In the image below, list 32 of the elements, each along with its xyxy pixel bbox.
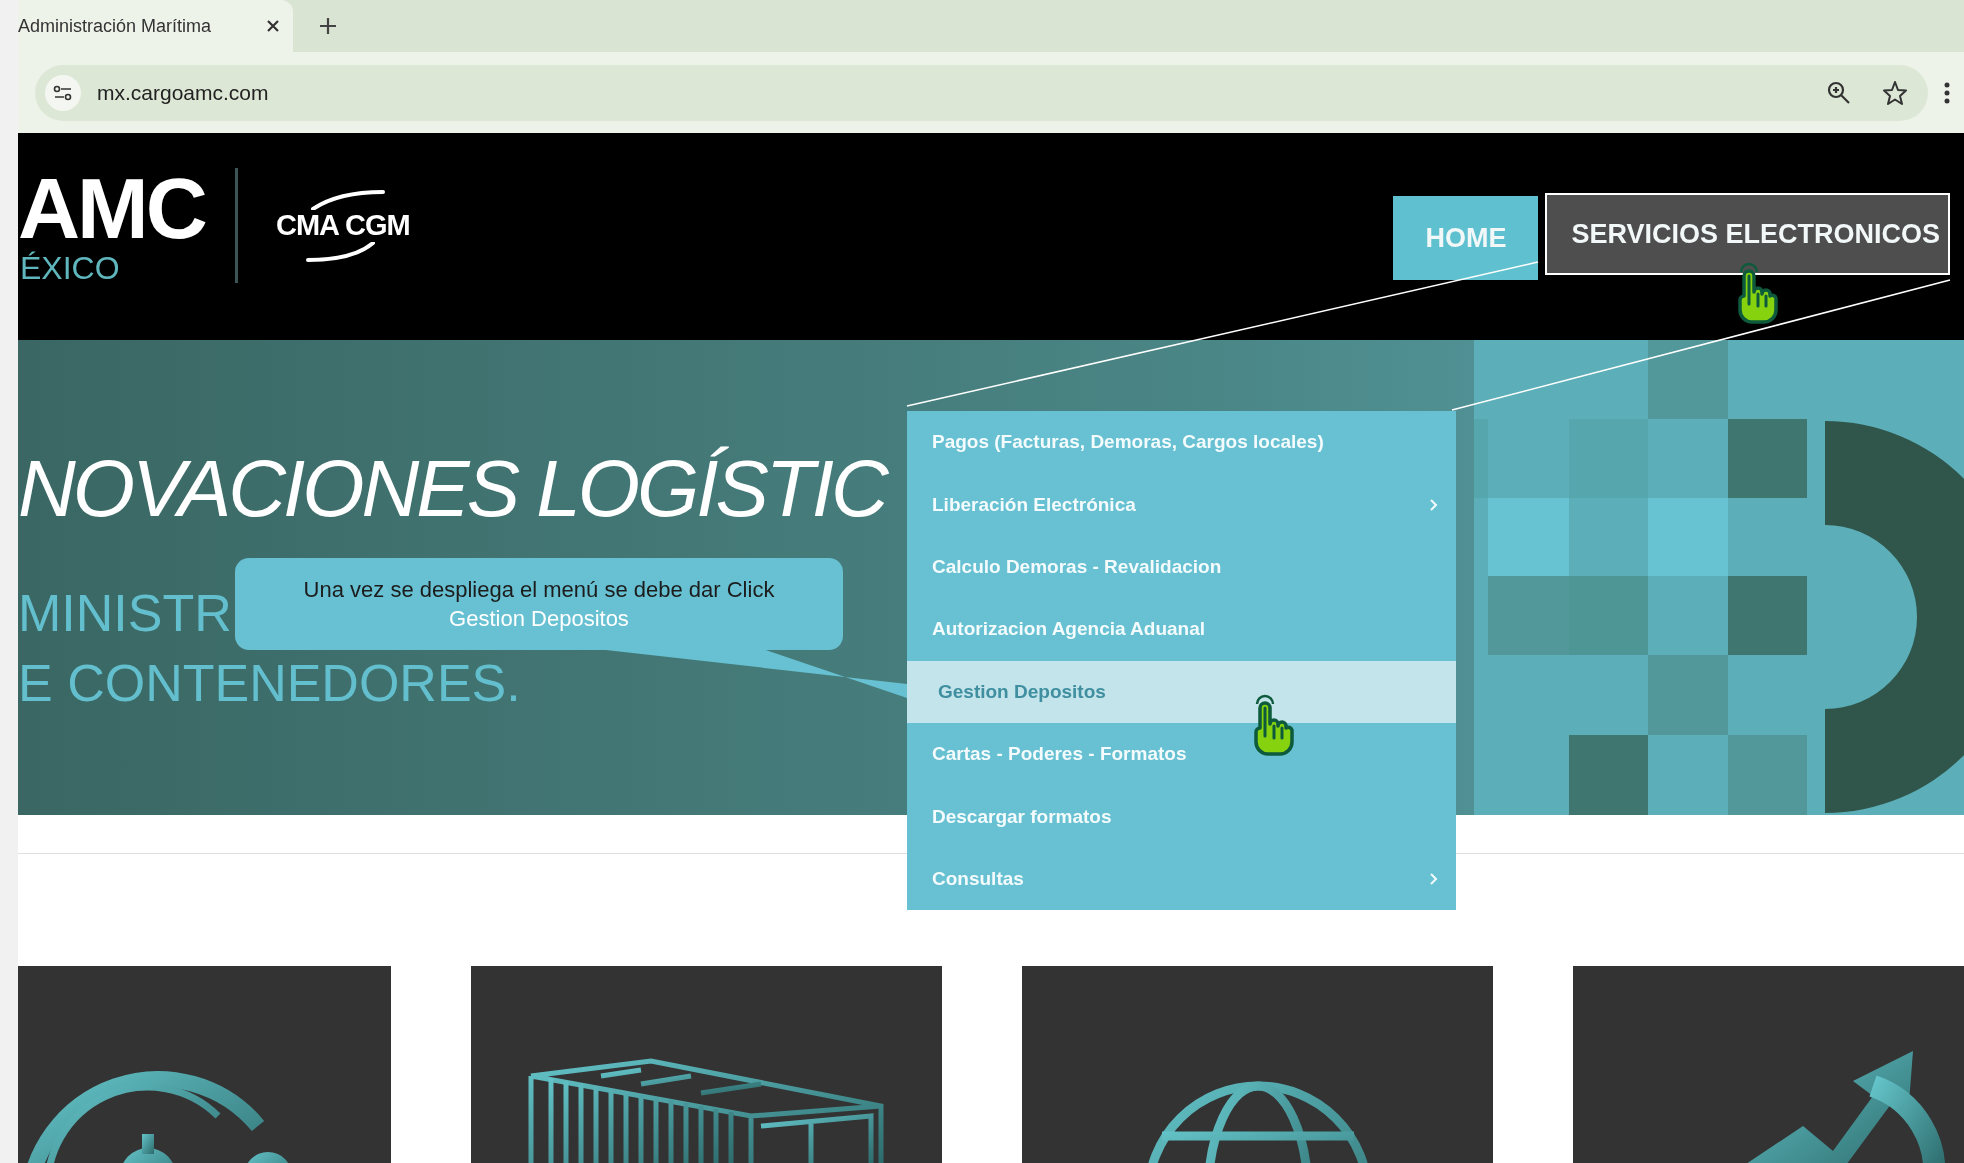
service-card[interactable] (1022, 966, 1493, 1163)
url-text: mx.cargoamc.com (97, 80, 270, 105)
logo-text: AMC (18, 165, 205, 251)
partner-logo-text: CMA CGM (276, 209, 410, 242)
menu-item[interactable]: Cartas - Poderes - Formatos (907, 722, 1456, 786)
callout-text: Una vez se despliega el menú se debe dar Click (303, 576, 775, 604)
logo-subtitle: ÉXICO (20, 251, 121, 287)
close-icon[interactable] (265, 18, 281, 34)
nav-button[interactable]: HOME (1393, 196, 1539, 280)
menu-item[interactable]: Liberación Electrónica (907, 473, 1456, 536)
zoom-icon[interactable] (1826, 79, 1852, 106)
menu-item[interactable]: Gestion Depositos (907, 660, 1456, 723)
banner-subtitle: MINISTR (18, 583, 232, 644)
browser-tab[interactable]: Administración Marítima (18, 0, 293, 52)
banner-subtitle: E CONTENEDORES. (18, 653, 521, 714)
menu-item[interactable]: Calculo Demoras - Revalidacion (907, 535, 1456, 599)
service-card[interactable] (471, 966, 942, 1163)
menu-item[interactable]: Descargar formatos (907, 785, 1456, 848)
menu-item[interactable]: Autorizacion Agencia Aduanal (907, 598, 1456, 661)
tab-title: Administración Marítima (18, 15, 213, 37)
callout-highlight: Gestion Depositos (449, 605, 629, 633)
shipping-container-icon (526, 1056, 886, 1163)
menu-item[interactable]: Pagos (Facturas, Demoras, Cargos locales) (907, 411, 1456, 474)
service-card[interactable] (1573, 966, 1964, 1163)
nav-button[interactable]: SERVICIOS ELECTRONICOS (1545, 193, 1950, 275)
star-icon[interactable] (1882, 79, 1908, 106)
menu-item[interactable]: Consultas (907, 847, 1456, 911)
service-card[interactable] (18, 966, 391, 1163)
new-tab-icon[interactable] (319, 17, 337, 35)
site-settings-icon[interactable] (45, 74, 81, 111)
menu-icon[interactable] (1944, 81, 1950, 104)
address-bar[interactable]: mx.cargoamc.com (35, 64, 1928, 121)
